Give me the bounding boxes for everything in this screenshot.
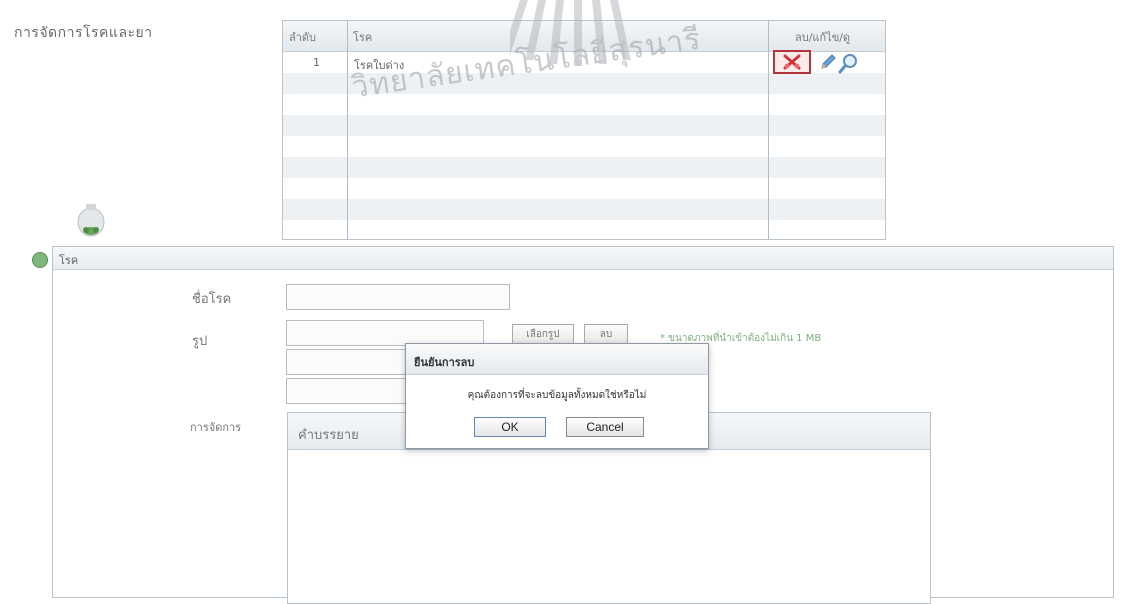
cancel-button[interactable]: Cancel: [566, 417, 644, 437]
table-row: [283, 94, 885, 115]
header-name: โรค: [353, 31, 373, 44]
delete-icon[interactable]: [773, 50, 811, 74]
table-row: [283, 157, 885, 178]
confirm-delete-dialog: ยืนยันการลบ คุณต้องการที่จะลบข้อมูลทั้งห…: [405, 343, 709, 449]
header-index: ลำดับ: [289, 31, 317, 44]
row-index: 1: [313, 56, 320, 69]
panel-collapse-icon[interactable]: [32, 252, 48, 268]
table-row: [283, 199, 885, 220]
table-row: [283, 115, 885, 136]
browse-image-button[interactable]: เลือกรูป: [512, 324, 574, 344]
table-header: ลำดับ โรค ลบ/แก้ไข/ดู: [283, 21, 885, 52]
dialog-header: ยืนยันการลบ: [406, 344, 708, 375]
manage-label: การจัดการ: [190, 421, 242, 434]
header-actions: ลบ/แก้ไข/ดู: [795, 31, 851, 44]
description-title: คำบรรยาย: [298, 428, 359, 443]
dialog-title: ยืนยันการลบ: [414, 356, 475, 369]
row-name: โรคใบด่าง: [354, 59, 405, 72]
panel-title: โรค: [59, 254, 79, 267]
dialog-message: คุณต้องการที่จะลบข้อมูลทั้งหมดใช่หรือไม่: [467, 390, 647, 401]
ok-button[interactable]: OK: [474, 417, 546, 437]
panel-header: โรค: [53, 247, 1113, 270]
delete-image-button[interactable]: ลบ: [584, 324, 628, 344]
view-icon[interactable]: [838, 52, 860, 74]
disease-name-label: ชื่อโรค: [192, 292, 232, 307]
disease-plant-icon: [77, 204, 105, 237]
page-title: การจัดการโรคและยา: [14, 25, 153, 41]
disease-name-input[interactable]: [286, 284, 510, 310]
edit-icon[interactable]: [818, 52, 838, 72]
table-row: [283, 136, 885, 157]
table-row: [283, 178, 885, 199]
table-row: [283, 73, 885, 94]
image-label: รูป: [192, 334, 208, 349]
